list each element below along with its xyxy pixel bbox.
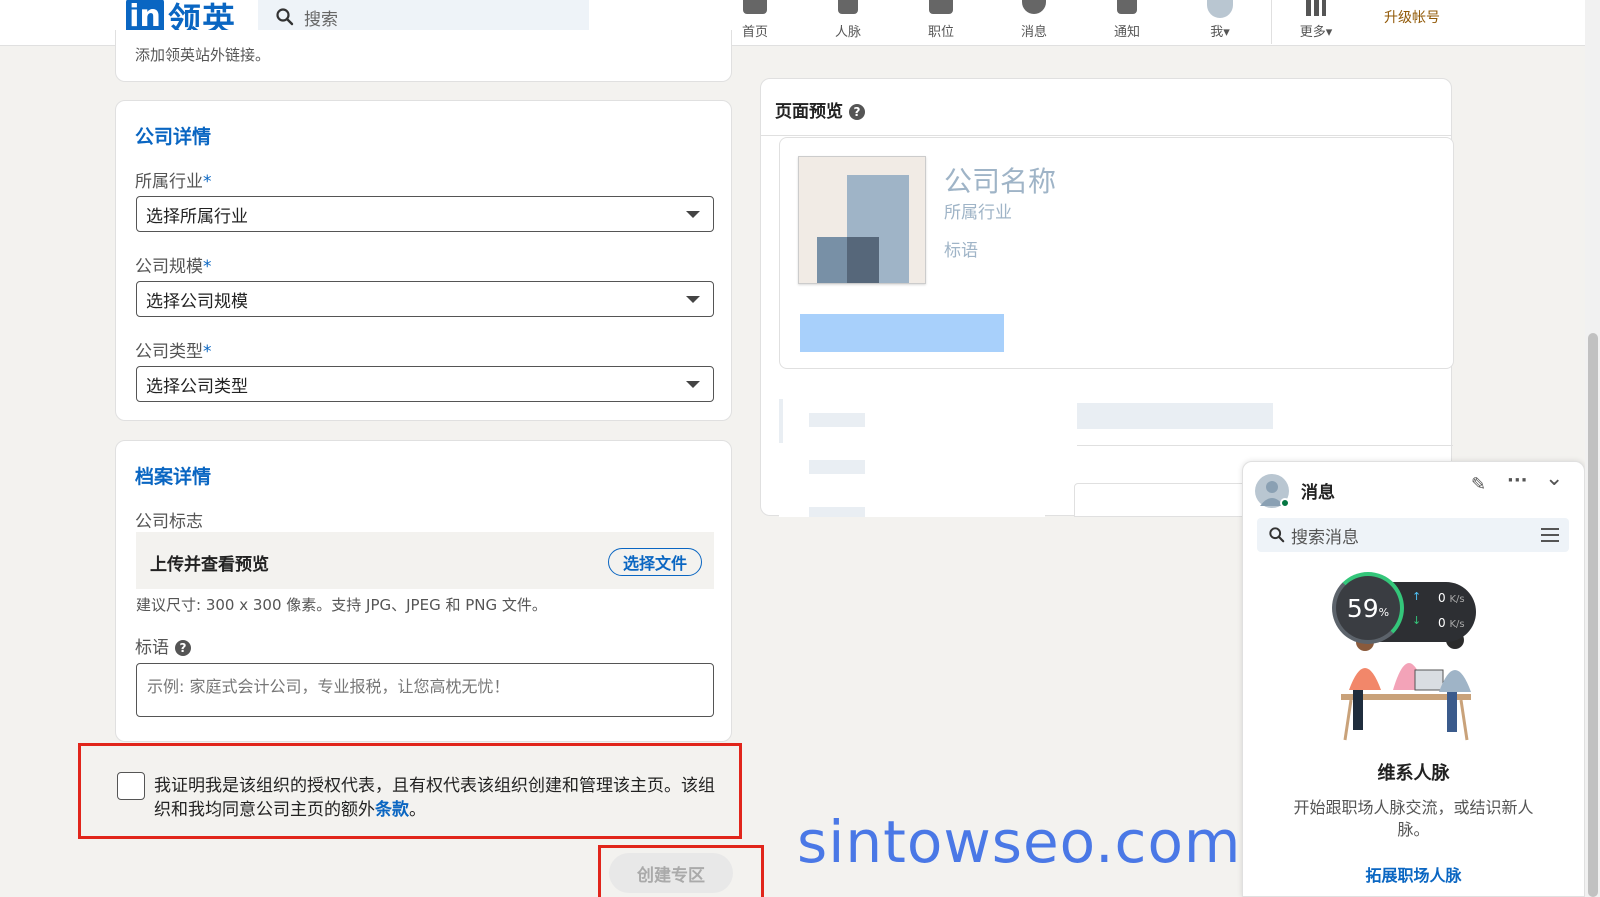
global-search-input[interactable]: 搜索: [258, 0, 589, 34]
message-search-input[interactable]: 搜索消息: [1257, 518, 1569, 552]
search-icon: [276, 8, 294, 26]
nav-more[interactable]: 更多▾: [1286, 0, 1346, 44]
preview-divider: [761, 135, 1451, 136]
nav-network[interactable]: 人脉: [818, 0, 878, 44]
nav-jobs-label: 职位: [927, 25, 954, 40]
company-type-select-value: 选择公司类型: [146, 376, 248, 397]
network-speed-widget[interactable]: 59% ↑ ↓ 0 K/s 0 K/s: [1332, 572, 1476, 644]
scrollbar-thumb[interactable]: [1588, 333, 1598, 897]
nav-divider: [1271, 0, 1272, 44]
watermark: sintowseo.com: [797, 808, 1242, 876]
help-icon[interactable]: ?: [849, 104, 865, 120]
nav-home-label: 首页: [741, 25, 768, 40]
tagline-placeholder: 示例: 家庭式会计公司，专业报税，让您高枕无忧！: [147, 677, 510, 696]
messaging-empty-description: 开始跟职场人脉交流，或结识新人脉。: [1293, 798, 1534, 839]
preview-industry: 所属行业: [944, 203, 1012, 223]
message-search-placeholder: 搜索消息: [1291, 527, 1359, 548]
nav-notifications[interactable]: 通知: [1097, 0, 1157, 44]
online-status-icon: [1280, 498, 1290, 508]
caret-down-icon: [686, 296, 700, 303]
logo-upload-area: 上传并查看预览 选择文件: [136, 532, 714, 589]
terms-link[interactable]: 条款: [375, 800, 409, 820]
messaging-empty-headline: 维系人脉: [1377, 763, 1450, 784]
profile-details-title: 档案详情: [135, 466, 212, 488]
company-size-label: 公司规模*: [135, 257, 212, 277]
nav-me-label: 我▾: [1210, 25, 1230, 40]
placeholder-logo-image: [798, 156, 926, 284]
messaging-panel: 消息 ✎ ··· ⌄ 搜索消息 维系人脉 开始跟职场人脉交流，或结识新人脉。 拓…: [1242, 461, 1585, 897]
company-size-select[interactable]: 选择公司规模: [136, 281, 714, 317]
profile-details-card: 档案详情 公司标志 上传并查看预览 选择文件 建议尺寸: 300 x 300 像…: [115, 440, 732, 742]
company-size-select-value: 选择公司规模: [146, 291, 248, 312]
download-speed: 0 K/s: [1438, 616, 1465, 630]
search-placeholder: 搜索: [304, 9, 338, 30]
caret-down-icon: [686, 381, 700, 388]
tagline-textarea[interactable]: 示例: 家庭式会计公司，专业报税，让您高枕无忧！: [136, 663, 714, 717]
nav-messaging-label: 消息: [1020, 25, 1047, 40]
chevron-down-icon[interactable]: ⌄: [1545, 466, 1563, 491]
nav-home[interactable]: 首页: [725, 0, 785, 44]
skeleton-tab: [779, 493, 1045, 517]
company-type-label: 公司类型*: [135, 342, 212, 362]
industry-select-value: 选择所属行业: [146, 206, 248, 227]
skeleton-divider: [1077, 445, 1453, 446]
help-icon[interactable]: ?: [175, 640, 191, 656]
company-details-card: 公司详情 所属行业* 选择所属行业 公司规模* 选择公司规模 公司类型* 选择公…: [115, 100, 732, 421]
more-options-icon[interactable]: ···: [1507, 470, 1528, 491]
nav-jobs[interactable]: 职位: [911, 0, 971, 44]
bell-icon: [1117, 0, 1137, 14]
external-link-hint: 添加领英站外链接。: [135, 46, 271, 64]
agreement-text: 我证明我是该组织的授权代表，且有权代表该组织创建和管理该主页。该组织和我均同意公…: [154, 776, 715, 820]
upload-speed: 0 K/s: [1438, 591, 1465, 605]
company-type-select[interactable]: 选择公司类型: [136, 366, 714, 402]
preview-tagline: 标语: [944, 241, 978, 261]
search-icon: [1269, 527, 1285, 543]
choose-file-button[interactable]: 选择文件: [608, 548, 702, 576]
create-page-button[interactable]: 创建专区: [609, 853, 733, 893]
nav-network-label: 人脉: [834, 25, 861, 40]
messaging-title[interactable]: 消息: [1301, 478, 1335, 503]
tagline-label: 标语?: [135, 633, 191, 658]
briefcase-icon: [929, 0, 953, 14]
preview-company-card: 公司名称 所属行业 标语: [779, 137, 1454, 369]
people-icon: [838, 0, 858, 14]
skeleton-tab: [779, 446, 1045, 490]
industry-select[interactable]: 选择所属行业: [136, 196, 714, 232]
filter-icon[interactable]: [1541, 528, 1559, 542]
nav-messaging[interactable]: 消息: [1004, 0, 1064, 44]
nav-more-label: 更多▾: [1299, 25, 1333, 40]
preview-follow-button-placeholder: [800, 314, 1004, 352]
upload-preview-text: 上传并查看预览: [150, 555, 269, 575]
grid-icon: [1306, 0, 1326, 16]
skeleton-tab: [779, 399, 1045, 443]
avatar-icon: [1207, 0, 1233, 18]
download-arrow-icon: ↓: [1412, 614, 1422, 627]
nav-notifications-label: 通知: [1113, 25, 1140, 40]
preview-company-name: 公司名称: [944, 165, 1057, 198]
caret-down-icon: [686, 211, 700, 218]
speed-ring: 59%: [1332, 572, 1404, 644]
industry-label: 所属行业*: [135, 172, 212, 192]
grow-network-link[interactable]: 拓展职场人脉: [1243, 862, 1584, 886]
compose-icon[interactable]: ✎: [1471, 474, 1486, 495]
chat-icon: [1022, 0, 1046, 14]
authorization-checkbox[interactable]: [117, 772, 145, 800]
page-preview-title: 页面预览?: [775, 97, 865, 122]
external-links-card: 添加领英站外链接。: [115, 30, 732, 82]
company-details-title: 公司详情: [135, 126, 212, 148]
company-logo-label: 公司标志: [135, 512, 203, 532]
nav-me[interactable]: 我▾: [1190, 0, 1250, 44]
logo-size-hint: 建议尺寸: 300 x 300 像素。支持 JPG、JPEG 和 PNG 文件。: [136, 596, 547, 614]
home-icon: [743, 0, 767, 14]
upgrade-account-link[interactable]: 升级帐号: [1384, 7, 1440, 27]
upload-arrow-icon: ↑: [1412, 590, 1422, 603]
page-preview-card: 页面预览? 公司名称 所属行业 标语: [760, 78, 1454, 517]
skeleton-heading: [1077, 403, 1273, 429]
